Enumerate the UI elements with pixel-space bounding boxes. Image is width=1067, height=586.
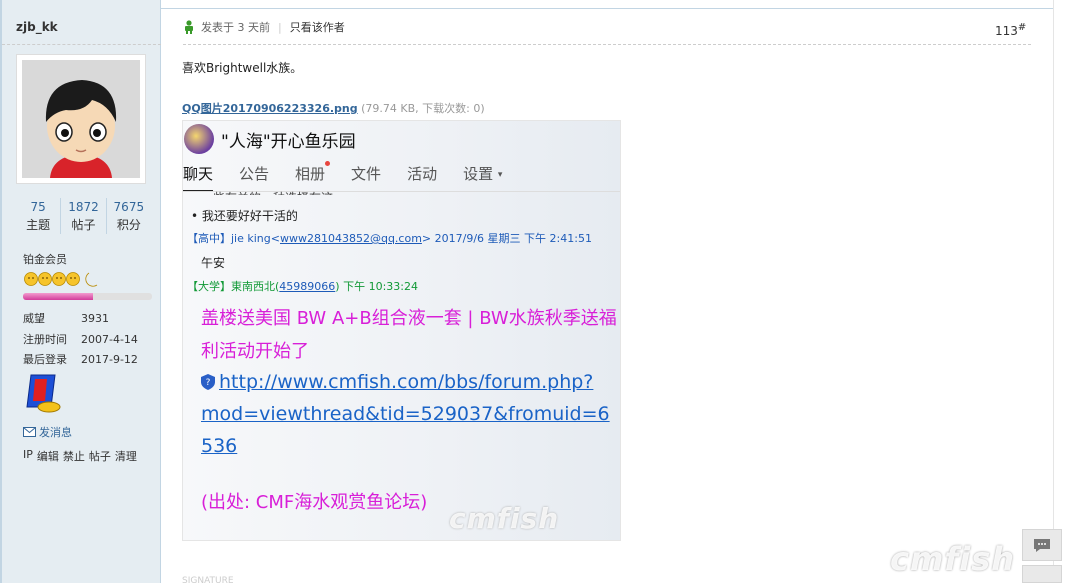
shield-icon: ? xyxy=(201,374,215,390)
admin-link-ip[interactable]: IP xyxy=(23,448,33,464)
forum-link: ? http://www.cmfish.com/bbs/forum.php?mo… xyxy=(201,366,611,462)
post-header-divider xyxy=(183,44,1031,45)
stat-posts-value: 1872 xyxy=(68,200,99,214)
group-avatar xyxy=(184,124,214,154)
post-time: 发表于 3 天前 xyxy=(201,21,270,34)
send-message-label: 发消息 xyxy=(39,426,72,439)
right-scrollbar[interactable] xyxy=(1053,0,1067,583)
chat-message-text: 午安 xyxy=(201,256,226,270)
admin-link-posts[interactable]: 帖子 xyxy=(89,448,111,464)
tab-notice: 公告 xyxy=(239,165,270,183)
sender-qq-number: 45989066 xyxy=(279,280,336,293)
qq-group-header: "人海"开心鱼乐园 聊天 公告 相册 文件 活动 设置 ▾ xyxy=(183,121,620,192)
only-author-link[interactable]: 只看该作者 xyxy=(290,19,345,35)
info-row-last-login: 最后登录 2017-9-12 xyxy=(23,350,158,371)
info-key: 威望 xyxy=(23,312,45,325)
floor-number-value: 113 xyxy=(995,24,1018,38)
author-stats: 75 主题 1872 帖子 7675 积分 xyxy=(16,198,151,234)
message-time: 下午 10:33:24 xyxy=(343,280,418,293)
sender-tag: 【高中】 xyxy=(187,232,231,245)
admin-link-edit[interactable]: 编辑 xyxy=(37,448,59,464)
caret-down-icon: ▾ xyxy=(497,170,503,180)
stat-points[interactable]: 7675 积分 xyxy=(107,198,151,234)
sender-bracket: > xyxy=(421,232,432,245)
admin-links: IP 编辑 禁止 帖子 清理 xyxy=(23,448,137,464)
promo-message: 盖楼送美国 BW A+B组合液一套 | BW水族秋季送福利活动开始了 xyxy=(201,308,617,362)
stat-posts[interactable]: 1872 帖子 xyxy=(61,198,107,234)
admin-link-clean[interactable]: 清理 xyxy=(115,448,137,464)
tab-settings-label: 设置 xyxy=(463,165,494,183)
separator: | xyxy=(278,20,282,34)
tab-album: 相册 xyxy=(295,161,331,192)
send-message-link[interactable]: 发消息 xyxy=(23,424,72,440)
group-name: "人海"开心鱼乐园 xyxy=(221,132,356,152)
page-watermark: cmfish xyxy=(890,540,1016,578)
svg-text:?: ? xyxy=(206,378,211,388)
sender-bracket: < xyxy=(270,232,280,245)
qq-tabs: 聊天 公告 相册 文件 活动 设置 ▾ xyxy=(183,161,528,192)
avatar[interactable] xyxy=(16,54,146,184)
avatar-cartoon-icon xyxy=(22,60,140,178)
author-sidebar: zjb_kk 75 主题 1872 帖子 7675 积分 铂金会员 威望 393… xyxy=(0,0,161,583)
stat-threads-value: 75 xyxy=(30,200,46,214)
attachment: QQ图片20170906223326.png (79.74 KB, 下载次数: … xyxy=(182,100,485,116)
stat-threads-label: 主题 xyxy=(26,218,51,232)
author-username[interactable]: zjb_kk xyxy=(16,20,58,34)
post-body-text: 喜欢Brightwell水族。 xyxy=(182,61,303,75)
attachment-image[interactable]: "人海"开心鱼乐园 聊天 公告 相册 文件 活动 设置 ▾ 一些有关的一种选择在… xyxy=(182,120,621,541)
envelope-icon xyxy=(23,427,36,437)
info-value: 2017-9-12 xyxy=(81,353,138,366)
chat-line: • 我还要好好干活的 xyxy=(191,209,298,223)
tab-files: 文件 xyxy=(351,165,382,183)
info-row-prestige: 威望 3931 xyxy=(23,309,158,330)
sender-name: 東南西北 xyxy=(231,280,275,293)
avatar-image xyxy=(22,60,140,178)
tab-album-label: 相册 xyxy=(295,165,326,183)
sender-tag: 【大学】 xyxy=(187,280,231,293)
tab-chat: 聊天 xyxy=(183,163,214,192)
tab-settings: 设置 ▾ xyxy=(463,163,502,192)
cut-off-message: 一些有关的一种选择在这 xyxy=(201,189,333,195)
attachment-meta: (79.74 KB, 下载次数: 0) xyxy=(361,102,485,115)
info-value: 3931 xyxy=(81,312,109,325)
sender-name: jie king xyxy=(231,232,271,245)
sender-bracket: ) xyxy=(335,280,340,293)
medal-badge-icon[interactable] xyxy=(25,373,61,413)
online-user-icon xyxy=(185,20,193,34)
sender-line-2: 【大学】東南西北(45989066) 下午 10:33:24 xyxy=(187,278,418,294)
tab-activity: 活动 xyxy=(407,165,438,183)
info-key: 最后登录 xyxy=(23,353,67,366)
stat-posts-label: 帖子 xyxy=(71,218,96,232)
stat-points-value: 7675 xyxy=(113,200,145,214)
attachment-link[interactable]: QQ图片20170906223326.png xyxy=(182,102,358,115)
info-key: 注册时间 xyxy=(23,332,67,346)
info-row-registered: 注册时间 2007-4-14 xyxy=(23,330,158,351)
stat-threads[interactable]: 75 主题 xyxy=(16,198,62,234)
sender-email: www281043852@qq.com xyxy=(279,232,422,245)
author-info: 威望 3931 注册时间 2007-4-14 最后登录 2017-9-12 xyxy=(23,309,158,371)
reply-float-button[interactable] xyxy=(1022,529,1062,561)
admin-link-ban[interactable]: 禁止 xyxy=(63,448,85,464)
chat-line-text: 我还要好好干活的 xyxy=(201,209,298,223)
forum-link-text: http://www.cmfish.com/bbs/forum.php?mod=… xyxy=(201,371,610,457)
rank-progress-bar xyxy=(23,293,152,300)
info-value: 2007-4-14 xyxy=(81,332,138,346)
notification-dot xyxy=(325,161,331,166)
post-header: 发表于 3 天前 | 只看该作者 xyxy=(183,19,345,35)
sidebar-divider xyxy=(2,44,161,45)
image-watermark: cmfish xyxy=(449,502,560,535)
message-time: 2017/9/6 星期三 下午 2:41:51 xyxy=(434,232,592,245)
comment-icon xyxy=(1034,538,1050,552)
floor-number[interactable]: 113# xyxy=(995,22,1026,38)
signature-hint: SIGNATURE xyxy=(182,576,234,586)
sender-line-1: 【高中】jie king<www281043852@qq.com> 2017/9… xyxy=(187,230,592,246)
rank-title[interactable]: 铂金会员 xyxy=(23,251,67,267)
stat-points-label: 积分 xyxy=(116,218,141,232)
rank-progress-fill xyxy=(23,293,93,300)
rank-stars-icon xyxy=(23,271,107,291)
floor-hash: # xyxy=(1017,22,1027,33)
top-divider xyxy=(161,0,1053,9)
source-text: (出处: CMF海水观赏鱼论坛) xyxy=(201,492,428,513)
back-to-top-button[interactable] xyxy=(1022,565,1062,583)
